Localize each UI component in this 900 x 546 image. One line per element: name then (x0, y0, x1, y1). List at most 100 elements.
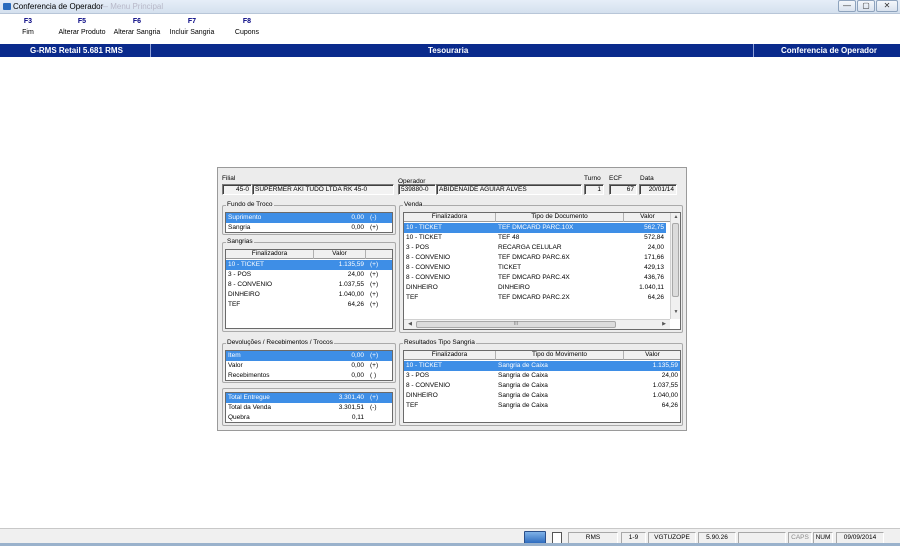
cell-flag: (+) (370, 394, 379, 401)
table-row[interactable]: Valor 0,00 (+) (226, 361, 392, 371)
table-row[interactable]: DINHEIRO DINHEIRO 1.040,11 (404, 283, 666, 293)
f7-incluir-sangria-button[interactable]: F7 Incluir Sangria (167, 18, 217, 36)
close-button[interactable]: ✕ (876, 0, 898, 12)
table-row[interactable]: 8 - CONVENIO TEF DMCARD PARC.6X 171,66 (404, 253, 666, 263)
cell-tipo: TEF DMCARD PARC.2X (498, 294, 570, 301)
column-header-tipo-movimento[interactable]: Tipo do Movimento (496, 351, 624, 360)
scroll-thumb[interactable]: III (416, 321, 616, 328)
cell-flag: (-) (370, 214, 377, 221)
scroll-left-icon[interactable]: ◀ (406, 321, 414, 327)
cell-flag: (+) (370, 271, 379, 278)
f8-key: F8 (242, 18, 252, 25)
table-row[interactable]: 8 - CONVENIO TEF DMCARD PARC.4X 436,76 (404, 273, 666, 283)
f6-alterar-sangria-button[interactable]: F6 Alterar Sangria (112, 18, 162, 36)
cell-flag (368, 413, 392, 422)
f3-fim-button[interactable]: F3 Fim (16, 18, 40, 36)
maximize-button[interactable]: ▢ (857, 0, 875, 12)
column-header-valor[interactable]: Valor (624, 351, 680, 360)
f5-alterar-produto-button[interactable]: F5 Alterar Produto (56, 18, 108, 36)
scroll-down-icon[interactable]: ▼ (672, 309, 680, 315)
table-row[interactable]: 3 - POS 24,00 (+) (226, 270, 392, 280)
cell-value: 0,00 (351, 362, 364, 369)
f8-cupons-button[interactable]: F8 Cupons (232, 18, 262, 36)
cell-finalizadora: DINHEIRO (228, 291, 260, 298)
table-row[interactable]: 3 - POS Sangria de Caixa 24,00 (404, 371, 680, 381)
table-row[interactable]: 10 - TICKET TEF DMCARD PARC.10X 562,75 (404, 223, 666, 233)
f8-label: Cupons (234, 29, 260, 36)
scroll-thumb[interactable] (672, 223, 679, 297)
data-label: Data (640, 175, 654, 182)
table-row[interactable]: Quebra 0,11 (226, 413, 392, 422)
sangrias-title: Sangrias (226, 238, 254, 245)
table-row[interactable]: TEF Sangria de Caixa 64,26 (404, 401, 680, 411)
cell-finalizadora: TEF (406, 402, 419, 409)
cell-name: Recebimentos (228, 372, 270, 379)
cell-flag: (-) (370, 404, 377, 411)
table-row[interactable]: DINHEIRO Sangria de Caixa 1.040,00 (404, 391, 680, 401)
resultados-table[interactable]: Finalizadora Tipo do Movimento Valor 10 … (403, 350, 681, 423)
table-row[interactable]: 8 - CONVENIO 1.037,55 (+) (226, 280, 392, 290)
horizontal-scrollbar[interactable]: ◀ III ▶ (404, 319, 670, 329)
header-separator (753, 44, 754, 57)
cell-valor: 1.040,00 (338, 291, 364, 298)
table-row[interactable]: 10 - TICKET 1.135,59 (+) (226, 260, 392, 270)
column-header-finalizadora[interactable]: Finalizadora (404, 351, 496, 360)
column-header-finalizadora[interactable]: Finalizadora (226, 250, 314, 259)
vertical-scrollbar[interactable]: ▲ ▼ (670, 213, 680, 319)
table-row[interactable]: 3 - POS RECARGA CELULAR 24,00 (404, 243, 666, 253)
scroll-up-icon[interactable]: ▲ (672, 214, 680, 220)
cell-valor: 1.037,55 (338, 281, 364, 288)
cell-name: Total Entregue (228, 394, 270, 401)
cell-value: 0,00 (351, 372, 364, 379)
table-row[interactable]: Recebimentos 0,00 ( ) (226, 371, 392, 380)
table-row[interactable]: Suprimento 0,00 (-) (226, 213, 392, 223)
table-row[interactable]: Item 0,00 (+) (226, 351, 392, 361)
cell-flag: (+) (370, 291, 379, 298)
cell-finalizadora: 3 - POS (406, 372, 430, 379)
cell-flag: (+) (370, 224, 379, 231)
f5-key: F5 (77, 18, 87, 25)
filial-label: Filial (222, 175, 236, 182)
table-row[interactable]: TEF 64,26 (+) (226, 300, 392, 310)
f7-label: Incluir Sangria (169, 29, 215, 36)
minimize-button[interactable]: — (838, 0, 856, 12)
conferencia-panel: Filial 45-0 SUPERMER AKI TUDO LTDA RK 45… (217, 167, 687, 431)
column-header-valor[interactable]: Valor (314, 250, 366, 259)
table-row[interactable]: 8 - CONVENIO Sangria de Caixa 1.037,55 (404, 381, 680, 391)
cell-tipo: Sangria de Caixa (498, 372, 548, 379)
f6-key: F6 (132, 18, 142, 25)
cell-tipo: Sangria de Caixa (498, 382, 548, 389)
column-header-valor[interactable]: Valor (624, 213, 672, 222)
cell-valor: 429,13 (644, 264, 664, 271)
cell-finalizadora: 10 - TICKET (406, 224, 443, 231)
cell-finalizadora: 10 - TICKET (228, 261, 265, 268)
cell-valor: 1.135,59 (338, 261, 364, 268)
column-header-tipo-documento[interactable]: Tipo de Documento (496, 213, 624, 222)
table-row[interactable]: 10 - TICKET Sangria de Caixa 1.135,59 (404, 361, 680, 371)
table-row[interactable]: 8 - CONVENIO TICKET 429,13 (404, 263, 666, 273)
venda-table[interactable]: Finalizadora Tipo de Documento Valor 10 … (403, 212, 681, 330)
table-row[interactable]: DINHEIRO 1.040,00 (+) (226, 290, 392, 300)
cell-valor: 24,00 (647, 244, 664, 251)
cell-tipo: TEF DMCARD PARC.6X (498, 254, 570, 261)
cell-name: Quebra (228, 414, 250, 421)
cell-valor: 1.040,11 (639, 284, 664, 291)
column-header-finalizadora[interactable]: Finalizadora (404, 213, 496, 222)
cell-value: 0,00 (351, 214, 364, 221)
cell-finalizadora: TEF (228, 301, 241, 308)
fundo-troco-title: Fundo de Troco (226, 201, 274, 208)
table-row[interactable]: Total da Venda 3.301,51 (-) (226, 403, 392, 413)
scroll-right-icon[interactable]: ▶ (660, 321, 668, 327)
cell-tipo: Sangria de Caixa (498, 362, 548, 369)
cell-flag: (+) (370, 301, 379, 308)
cell-valor: 64,26 (661, 402, 678, 409)
venda-title: Venda (403, 201, 424, 208)
function-key-toolbar: F3 Fim F5 Alterar Produto F6 Alterar Sangri… (0, 14, 900, 44)
cell-finalizadora: 8 - CONVENIO (406, 274, 451, 281)
table-row[interactable]: Sangria 0,00 (+) (226, 223, 392, 232)
table-row[interactable]: TEF TEF DMCARD PARC.2X 64,26 (404, 293, 666, 303)
sangrias-table[interactable]: Finalizadora Valor 10 - TICKET 1.135,59 (+… (225, 249, 393, 329)
table-row[interactable]: 10 - TICKET TEF 48 572,84 (404, 233, 666, 243)
table-row[interactable]: Total Entregue 3.301,40 (+) (226, 393, 392, 403)
cell-finalizadora: 10 - TICKET (406, 362, 443, 369)
